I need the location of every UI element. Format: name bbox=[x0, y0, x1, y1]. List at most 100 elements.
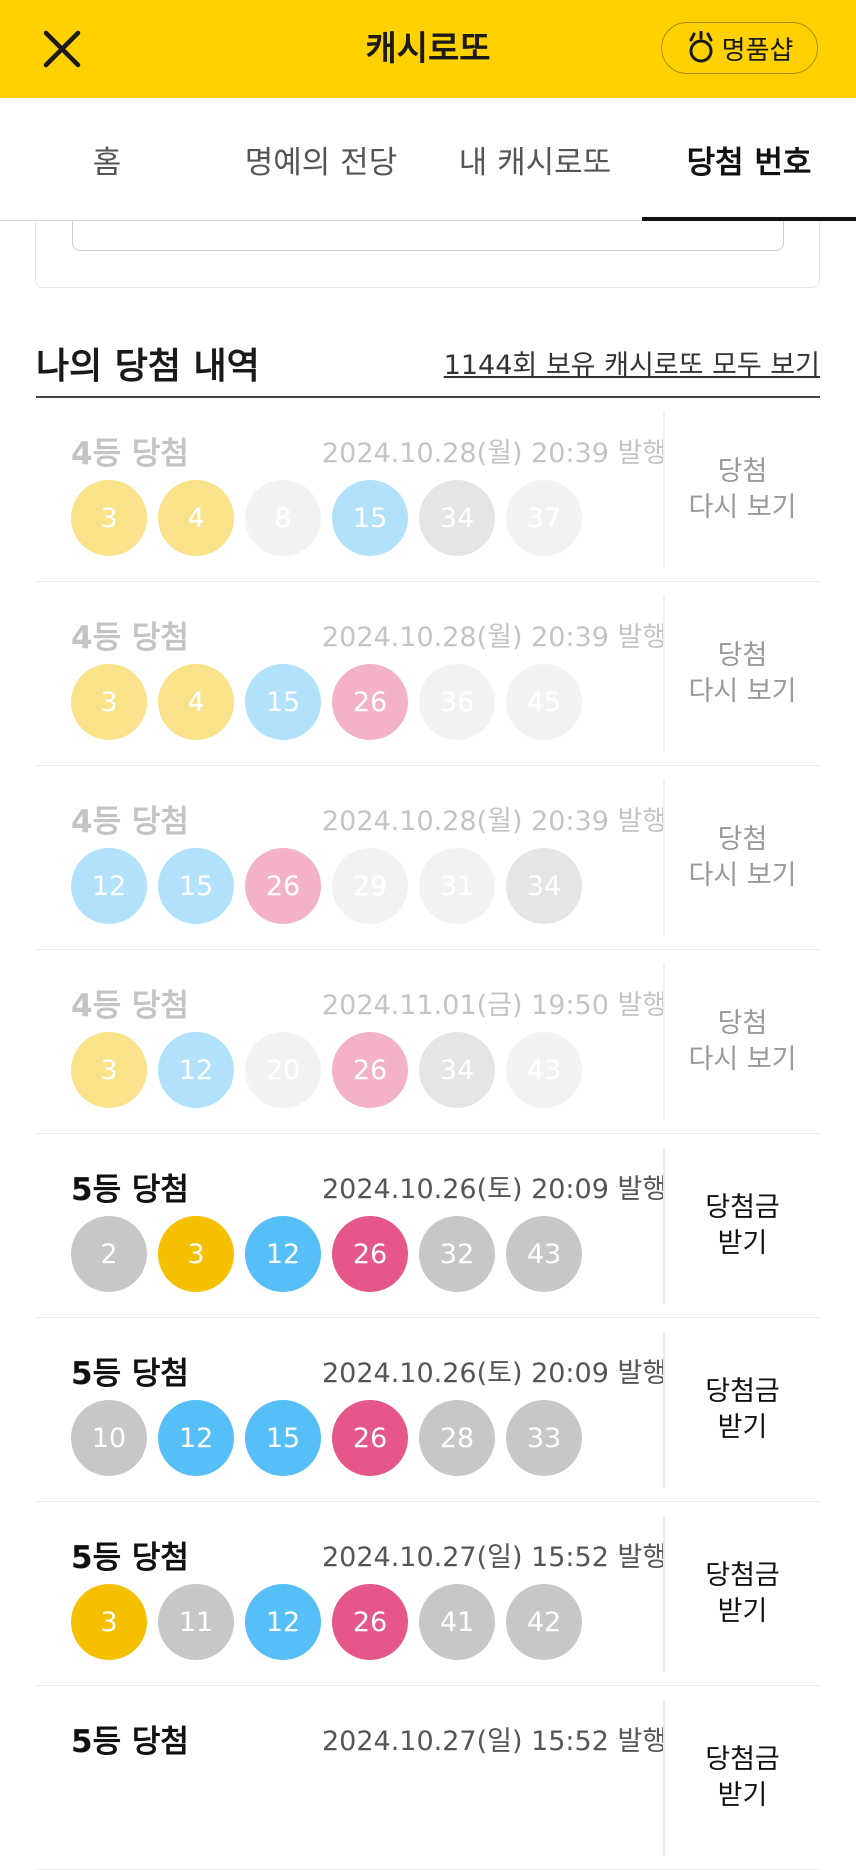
lotto-ball: 36 bbox=[419, 664, 495, 740]
action-label-line2: 다시 보기 bbox=[688, 1043, 797, 1075]
action-label: 당첨금 받기 bbox=[705, 1190, 780, 1262]
ticket-row: 5등 당첨 2024.10.26(토) 20:09 발행 10 12 15 26 28 33 당… bbox=[36, 1318, 820, 1502]
ticket-rank: 4등 당첨 bbox=[71, 436, 189, 472]
view-again-button[interactable]: 당첨다시 보기 bbox=[665, 766, 820, 949]
action-label: 당첨다시 보기 bbox=[689, 822, 797, 894]
ticket-row: 4등 당첨 2024.10.28(월) 20:39 발행 3 4 8 15 34 37 당첨 다시… bbox=[36, 398, 820, 582]
claim-prize-button[interactable]: 당첨금 받기 bbox=[665, 1318, 820, 1501]
ticket-row: 5등 당첨 2024.10.26(토) 20:09 발행 2 3 12 26 32 43 당첨금… bbox=[36, 1134, 820, 1318]
lotto-ball: 3 bbox=[71, 1032, 147, 1108]
ticket-issue-date: 2024.10.28(월) 20:39 발행 bbox=[322, 622, 668, 653]
ticket-numbers: 3 4 15 26 36 45 bbox=[71, 664, 582, 740]
claim-prize-button[interactable]: 당첨금 받기 bbox=[665, 1502, 820, 1685]
ticket-numbers: 3 12 20 26 34 43 bbox=[71, 1032, 582, 1108]
action-label-line1: 당첨금 bbox=[705, 1375, 780, 1407]
tab-winning-numbers[interactable]: 당첨 번호 bbox=[642, 98, 856, 221]
ticket-numbers: 10 12 15 26 28 33 bbox=[71, 1400, 582, 1476]
lotto-ball: 11 bbox=[158, 1584, 234, 1660]
action-label-line2: 받기 bbox=[717, 1779, 768, 1811]
lotto-ball: 15 bbox=[332, 480, 408, 556]
lotto-ball: 10 bbox=[71, 1400, 147, 1476]
shop-label: 명품샵 bbox=[721, 35, 794, 66]
lotto-ball: 29 bbox=[332, 848, 408, 924]
view-again-button[interactable]: 당첨다시 보기 bbox=[665, 582, 820, 765]
ticket-rank: 5등 당첨 bbox=[71, 1356, 189, 1392]
ticket-issue-date: 2024.10.26(토) 20:09 발행 bbox=[322, 1174, 668, 1205]
ticket-rank: 5등 당첨 bbox=[71, 1172, 189, 1208]
ticket-row: 4등 당첨 2024.10.28(월) 20:39 발행 12 15 26 29 31 34 당… bbox=[36, 766, 820, 950]
tab-bar: 홈 명예의 전당 내 캐시로또 당첨 번호 bbox=[0, 98, 856, 221]
lotto-ball: 12 bbox=[71, 848, 147, 924]
action-label: 당첨금받기 bbox=[705, 1742, 780, 1814]
lotto-ball: 4 bbox=[158, 480, 234, 556]
ticket-issue-date: 2024.10.26(토) 20:09 발행 bbox=[322, 1358, 668, 1389]
action-label-line1: 당첨 bbox=[717, 823, 768, 855]
lotto-ball: 28 bbox=[419, 1400, 495, 1476]
view-again-button[interactable]: 당첨 다시 보기 bbox=[665, 950, 820, 1133]
lotto-ball: 43 bbox=[506, 1216, 582, 1292]
shop-icon bbox=[689, 31, 713, 63]
lotto-ball: 43 bbox=[506, 1032, 582, 1108]
action-label-line2: 받기 bbox=[717, 1595, 768, 1627]
action-label: 당첨 다시 보기 bbox=[689, 1006, 797, 1078]
action-label: 당첨금 받기 bbox=[705, 1374, 780, 1446]
lotto-ball: 20 bbox=[245, 1032, 321, 1108]
lotto-ball: 3 bbox=[71, 1584, 147, 1660]
action-label-line1: 당첨금 bbox=[705, 1743, 780, 1775]
lotto-ball: 34 bbox=[419, 480, 495, 556]
lotto-ball: 15 bbox=[245, 664, 321, 740]
tab-my-cash-lotto[interactable]: 내 캐시로또 bbox=[428, 98, 642, 220]
tab-home[interactable]: 홈 bbox=[0, 98, 214, 220]
app-header: 캐시로또 명품샵 bbox=[0, 0, 856, 98]
action-label-line1: 당첨 bbox=[717, 639, 768, 671]
ticket-issue-date: 2024.10.28(월) 20:39 발행 bbox=[322, 438, 668, 469]
lotto-ball: 31 bbox=[419, 848, 495, 924]
lotto-ball: 15 bbox=[158, 848, 234, 924]
action-label-line2: 다시 보기 bbox=[688, 675, 797, 707]
action-label-line1: 당첨 bbox=[717, 455, 768, 487]
tab-hall-of-fame[interactable]: 명예의 전당 bbox=[214, 98, 428, 220]
winning-history-list: 4등 당첨 2024.10.28(월) 20:39 발행 3 4 8 15 34 37 당첨 다시… bbox=[36, 398, 820, 1870]
lotto-ball: 15 bbox=[245, 1400, 321, 1476]
lotto-ball: 42 bbox=[506, 1584, 582, 1660]
ticket-row: 5등 당첨 2024.10.27(일) 15:52 발행 3 11 12 26 41 42 당첨… bbox=[36, 1502, 820, 1686]
view-again-button[interactable]: 당첨 다시 보기 bbox=[665, 398, 820, 581]
action-label-line2: 다시 보기 bbox=[688, 859, 797, 891]
lotto-ball: 8 bbox=[245, 480, 321, 556]
claim-prize-button[interactable]: 당첨금받기 bbox=[665, 1686, 820, 1869]
action-label: 당첨다시 보기 bbox=[689, 638, 797, 710]
lotto-ball: 2 bbox=[71, 1216, 147, 1292]
lotto-ball: 26 bbox=[332, 664, 408, 740]
claim-prize-button[interactable]: 당첨금 받기 bbox=[665, 1134, 820, 1317]
lotto-ball: 37 bbox=[506, 480, 582, 556]
ticket-rank: 5등 당첨 bbox=[71, 1724, 189, 1760]
ticket-issue-date: 2024.10.28(월) 20:39 발행 bbox=[322, 806, 668, 837]
action-label: 당첨 다시 보기 bbox=[689, 454, 797, 526]
lotto-ball: 26 bbox=[332, 1584, 408, 1660]
ticket-numbers: 3 11 12 26 41 42 bbox=[71, 1584, 582, 1660]
ticket-row: 4등 당첨 2024.10.28(월) 20:39 발행 3 4 15 26 36 45 당첨 다… bbox=[36, 582, 820, 766]
lotto-ball: 26 bbox=[332, 1400, 408, 1476]
lotto-ball: 26 bbox=[245, 848, 321, 924]
lotto-ball: 4 bbox=[158, 664, 234, 740]
ticket-rank: 4등 당첨 bbox=[71, 988, 189, 1024]
ticket-row: 4등 당첨 2024.11.01(금) 19:50 발행 3 12 20 26 34 43 당첨… bbox=[36, 950, 820, 1134]
lotto-ball: 32 bbox=[419, 1216, 495, 1292]
view-all-link[interactable]: 1144회 보유 캐시로또 모두 보기 bbox=[444, 343, 820, 382]
lotto-ball: 41 bbox=[419, 1584, 495, 1660]
ticket-issue-date: 2024.10.27(일) 15:52 발행 bbox=[322, 1726, 668, 1757]
lotto-ball: 26 bbox=[332, 1216, 408, 1292]
lotto-ball: 3 bbox=[71, 480, 147, 556]
ticket-row: 5등 당첨 2024.10.27(일) 15:52 발행당첨금받기 bbox=[36, 1686, 820, 1870]
ticket-rank: 5등 당첨 bbox=[71, 1540, 189, 1576]
lotto-ball: 34 bbox=[419, 1032, 495, 1108]
luxury-shop-button[interactable]: 명품샵 bbox=[661, 22, 818, 74]
ticket-numbers: 12 15 26 29 31 34 bbox=[71, 848, 582, 924]
action-label-line1: 당첨금 bbox=[705, 1191, 780, 1223]
ticket-numbers: 3 4 8 15 34 37 bbox=[71, 480, 582, 556]
lotto-ball: 12 bbox=[158, 1032, 234, 1108]
ticket-rank: 4등 당첨 bbox=[71, 620, 189, 656]
ticket-issue-date: 2024.11.01(금) 19:50 발행 bbox=[322, 990, 668, 1021]
lotto-ball: 34 bbox=[506, 848, 582, 924]
lotto-ball: 3 bbox=[158, 1216, 234, 1292]
